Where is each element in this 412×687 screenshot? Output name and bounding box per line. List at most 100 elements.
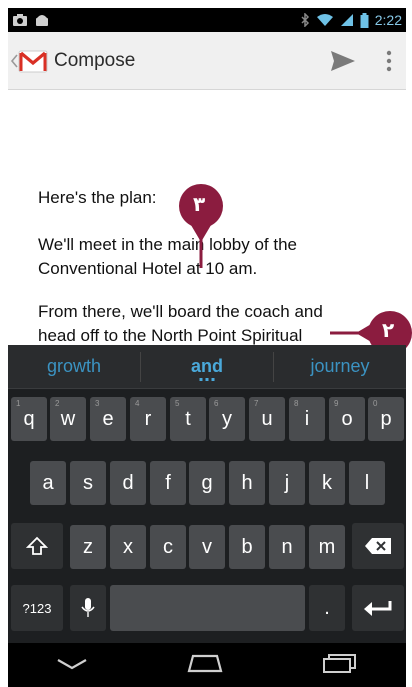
key-label: . [324, 596, 330, 619]
key[interactable]: a [30, 461, 66, 505]
navigation-bar [8, 643, 406, 687]
key[interactable]: s [70, 461, 106, 505]
compose-line: We'll meet in the main lobby of the [38, 235, 298, 254]
key-label: k [322, 471, 332, 494]
key-label: r [144, 407, 152, 430]
wifi-icon [316, 14, 333, 26]
bluetooth-icon [301, 13, 309, 27]
key[interactable]: z [70, 525, 106, 569]
key-label: z [83, 535, 93, 558]
notification-icons [12, 13, 50, 27]
back-button[interactable] [55, 656, 89, 675]
signal-icon [340, 14, 353, 26]
key[interactable]: j [269, 461, 305, 505]
shift-icon [26, 536, 48, 555]
key[interactable]: l [349, 461, 385, 505]
key[interactable]: x [110, 525, 146, 569]
compose-line: From there, we'll board the coach and [38, 302, 323, 321]
key[interactable]: v [189, 525, 225, 569]
clock: 2:22 [374, 12, 402, 28]
suggestion-left[interactable]: growth [8, 356, 140, 377]
key-label: v [202, 535, 212, 558]
key[interactable]: m [309, 525, 345, 569]
key-label: g [201, 471, 213, 494]
gmail-icon [18, 50, 48, 72]
key-hint: 3 [95, 399, 100, 408]
key[interactable]: 4r [130, 397, 166, 441]
key-hint: 4 [135, 399, 140, 408]
android-notification-icon [36, 15, 48, 26]
key-label: x [123, 535, 133, 558]
recents-button[interactable] [321, 653, 359, 677]
key[interactable]: 2w [50, 397, 86, 441]
callout-number: ٣ [193, 192, 206, 216]
key-label: n [281, 535, 293, 558]
more-suggestions-dots [199, 378, 215, 381]
key-hint: 5 [175, 399, 180, 408]
microphone-icon [81, 598, 95, 617]
key[interactable]: g [189, 461, 225, 505]
screen-title: Compose [54, 49, 136, 71]
key-hint: 0 [373, 399, 378, 408]
photo-notification-icon [13, 14, 27, 26]
key-label: y [222, 407, 232, 430]
backspace-key[interactable] [352, 523, 404, 569]
voice-input-key[interactable] [70, 585, 106, 631]
key-label: l [364, 471, 370, 494]
key-hint: 9 [334, 399, 339, 408]
key-label: c [163, 535, 173, 558]
key-label: u [261, 407, 273, 430]
key[interactable]: c [150, 525, 186, 569]
up-navigation[interactable]: Compose [8, 48, 135, 74]
action-bar: Compose [8, 32, 406, 90]
recents-nav-icon [322, 654, 356, 673]
soft-keyboard: growth and journey 1q 2w 3e 4r 5t 6y 7u … [8, 345, 406, 643]
key[interactable]: 9o [329, 397, 365, 441]
enter-key[interactable] [352, 585, 404, 631]
overflow-menu-button[interactable] [386, 50, 392, 72]
compose-line: head off to the North Point Spiritual [38, 326, 303, 345]
key[interactable]: d [110, 461, 146, 505]
key[interactable]: 5t [170, 397, 206, 441]
key-label: m [318, 535, 336, 558]
key[interactable]: 1q [11, 397, 47, 441]
key-hint: 7 [254, 399, 259, 408]
send-button[interactable] [330, 50, 356, 72]
key[interactable]: 6y [209, 397, 245, 441]
send-icon [331, 50, 355, 71]
suggestion-center[interactable]: and [141, 356, 273, 381]
key-label: h [241, 471, 253, 494]
suggestion-right[interactable]: journey [274, 356, 406, 377]
space-key[interactable] [110, 585, 305, 631]
status-bar: 2:22 [8, 8, 406, 32]
suggestion-center-label: and [190, 356, 223, 376]
key[interactable]: b [229, 525, 265, 569]
overflow-menu-icon [386, 50, 392, 71]
key-hint: 2 [55, 399, 60, 408]
key-hint: 8 [294, 399, 299, 408]
key[interactable]: h [229, 461, 265, 505]
system-icons: 2:22 [300, 12, 402, 28]
key[interactable]: n [269, 525, 305, 569]
key-label: w [60, 407, 76, 430]
symbols-key[interactable]: ?123 [11, 585, 63, 631]
backspace-icon [365, 538, 391, 554]
key[interactable]: f [150, 461, 186, 505]
key[interactable]: 7u [249, 397, 285, 441]
home-button[interactable] [184, 653, 226, 677]
home-nav-icon [187, 654, 223, 673]
key[interactable]: 0p [368, 397, 404, 441]
callout-number: ٢ [382, 318, 395, 342]
key-label: a [42, 471, 54, 494]
key[interactable]: 3e [90, 397, 126, 441]
key-label: t [185, 407, 191, 430]
suggestion-strip: growth and journey [8, 345, 406, 389]
key[interactable]: 8i [289, 397, 325, 441]
key[interactable]: k [309, 461, 345, 505]
period-key[interactable]: . [309, 585, 345, 631]
shift-key[interactable] [11, 523, 63, 569]
key-label: o [341, 407, 353, 430]
key-label: ?123 [22, 600, 52, 616]
key-label: p [380, 407, 392, 430]
key-label: j [284, 471, 290, 494]
